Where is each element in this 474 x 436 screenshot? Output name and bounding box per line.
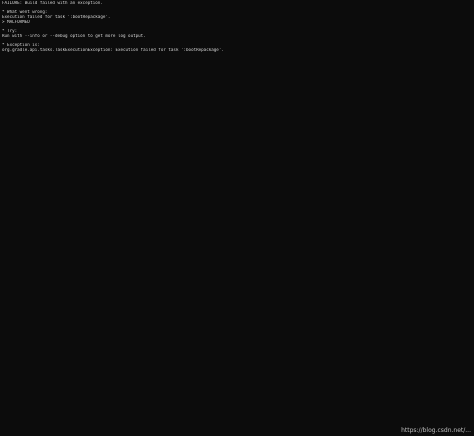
- terminal-window[interactable]: FAILURE: Build failed with an exception.…: [0, 0, 474, 436]
- watermark: https://blog.csdn.net/...: [401, 427, 471, 434]
- terminal-output: FAILURE: Build failed with an exception.…: [2, 1, 474, 52]
- terminal-line: org.gradle.api.tasks.TaskExecutionExcept…: [2, 47, 224, 52]
